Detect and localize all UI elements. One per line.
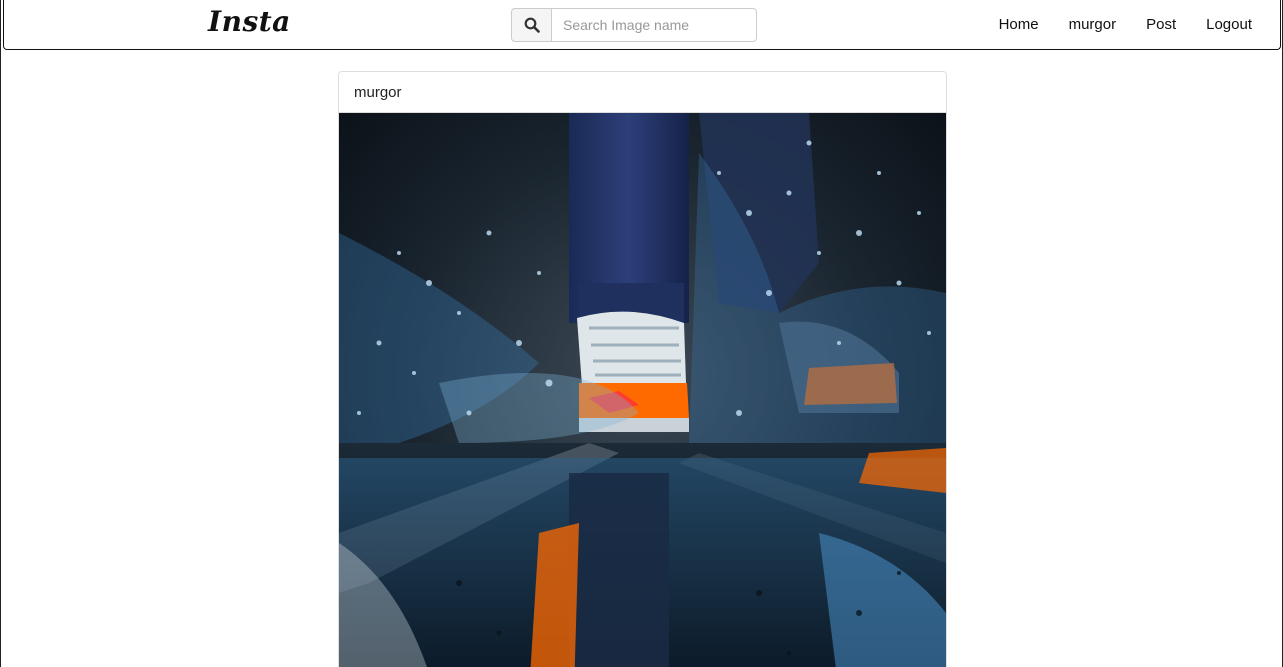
brand-logo[interactable]: Insta	[208, 5, 291, 38]
nav-profile-link[interactable]: murgor	[1054, 0, 1132, 50]
search-form	[511, 8, 757, 42]
post-username[interactable]: murgor	[339, 72, 946, 113]
search-input[interactable]	[551, 8, 757, 42]
post-card: murgor	[338, 71, 947, 667]
top-navbar: Insta Home murgor Post Logout	[3, 0, 1281, 50]
nav-logout-link[interactable]: Logout	[1191, 0, 1280, 50]
nav-links: Home murgor Post Logout	[984, 0, 1280, 50]
search-icon	[524, 17, 540, 33]
search-button[interactable]	[511, 8, 551, 42]
nav-home-link[interactable]: Home	[984, 0, 1054, 50]
post-image[interactable]	[339, 113, 946, 667]
nav-post-link[interactable]: Post	[1131, 0, 1191, 50]
page: Insta Home murgor Post Logout murgor	[0, 0, 1283, 667]
